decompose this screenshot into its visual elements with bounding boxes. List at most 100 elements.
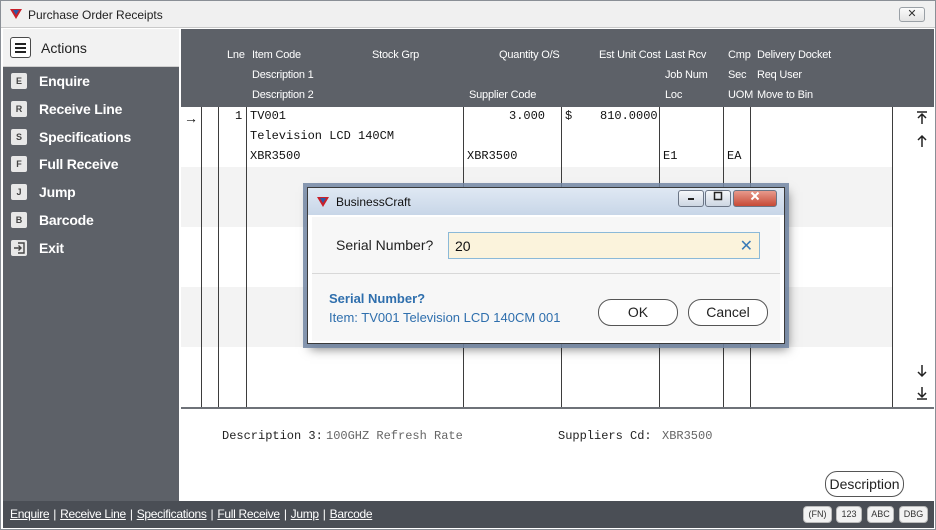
footer-separator: | xyxy=(53,507,57,521)
footer-link-jump[interactable]: Jump xyxy=(291,507,319,521)
detail-panel: Description 3: 100GHZ Refresh Rate Suppl… xyxy=(181,409,934,501)
maximize-icon xyxy=(713,191,723,201)
dialog-body: Serial Number? ✕ Serial Number? Item: TV… xyxy=(312,217,780,341)
exit-icon xyxy=(11,240,27,256)
debug-toggle[interactable]: DBG xyxy=(899,506,928,523)
actions-header[interactable]: Actions xyxy=(3,29,179,67)
scroll-down-icon[interactable] xyxy=(914,364,930,380)
maximize-button[interactable] xyxy=(705,190,731,207)
window-close-button[interactable]: ✕ xyxy=(899,7,925,22)
description-3-label: Description 3: xyxy=(222,429,323,443)
dialog-close-button[interactable] xyxy=(733,190,777,207)
sidebar-item-exit[interactable]: Exit xyxy=(3,236,179,260)
sidebar-item-enquire[interactable]: E Enquire xyxy=(3,69,179,93)
serial-number-dialog: BusinessCraft Serial Number? ✕ Serial Nu… xyxy=(307,187,785,344)
shortcut-key-badge: J xyxy=(11,184,27,200)
alpha-mode-toggle[interactable]: ABC xyxy=(867,506,894,523)
column-divider xyxy=(218,107,219,407)
col-header-job-num[interactable]: Job Num xyxy=(665,69,708,81)
footer-link-full-receive[interactable]: Full Receive xyxy=(217,507,280,521)
sidebar-item-label: Receive Line xyxy=(39,101,123,117)
sidebar-item-label: Full Receive xyxy=(39,156,119,172)
dialog-divider xyxy=(312,273,780,274)
serial-number-input[interactable] xyxy=(455,237,725,255)
sidebar-item-label: Enquire xyxy=(39,73,90,89)
close-icon xyxy=(750,191,760,201)
cell-est-unit-cost: 810.0000 xyxy=(600,109,658,123)
col-header-sec[interactable]: Sec xyxy=(728,69,747,81)
shortcut-key-badge: S xyxy=(11,129,27,145)
fn-key-toggle[interactable]: (FN) xyxy=(803,506,832,523)
sidebar-item-full-receive[interactable]: F Full Receive xyxy=(3,152,179,176)
col-header-delivery-docket[interactable]: Delivery Docket xyxy=(757,49,831,61)
suppliers-cd-label: Suppliers Cd: xyxy=(558,429,652,443)
hamburger-menu-icon[interactable] xyxy=(10,37,31,58)
col-header-est-unit-cost[interactable]: Est Unit Cost xyxy=(599,49,661,61)
cancel-button[interactable]: Cancel xyxy=(688,299,768,326)
dialog-title-bar: BusinessCraft xyxy=(308,188,784,215)
col-header-description-2[interactable]: Description 2 xyxy=(252,89,314,101)
minimize-icon xyxy=(688,198,694,200)
col-header-cmp[interactable]: Cmp xyxy=(728,49,751,61)
cell-supplier-code: XBR3500 xyxy=(467,149,518,163)
footer-link-barcode[interactable]: Barcode xyxy=(330,507,373,521)
cell-description-1: Television LCD 140CM xyxy=(250,129,395,143)
footer-link-specifications[interactable]: Specifications xyxy=(137,507,207,521)
grid-scroll-controls xyxy=(911,107,933,407)
grid-header: Lne Item Code Stock Grp Quantity O/S Est… xyxy=(181,29,934,107)
sidebar-item-label: Exit xyxy=(39,240,64,256)
shortcut-key-badge: F xyxy=(11,156,27,172)
sidebar-item-receive-line[interactable]: R Receive Line xyxy=(3,97,179,121)
title-bar: Purchase Order Receipts ✕ xyxy=(1,1,935,28)
serial-number-label: Serial Number? xyxy=(336,237,434,253)
col-header-req-user[interactable]: Req User xyxy=(757,69,802,81)
col-header-supplier-code[interactable]: Supplier Code xyxy=(469,89,536,101)
scroll-up-icon[interactable] xyxy=(914,134,930,150)
footer-link-enquire[interactable]: Enquire xyxy=(10,507,50,521)
dialog-info-title: Serial Number? xyxy=(329,291,426,306)
actions-header-label: Actions xyxy=(41,40,87,56)
minimize-button[interactable] xyxy=(678,190,704,207)
col-header-description-1[interactable]: Description 1 xyxy=(252,69,314,81)
main-window: Purchase Order Receipts ✕ Actions E Enqu… xyxy=(0,0,936,530)
sidebar-item-specifications[interactable]: S Specifications xyxy=(3,125,179,149)
column-divider xyxy=(246,107,247,407)
numeric-mode-toggle[interactable]: 123 xyxy=(836,506,862,523)
cell-currency: $ xyxy=(565,109,573,123)
column-divider xyxy=(201,107,202,407)
description-3-value: 100GHZ Refresh Rate xyxy=(326,429,463,443)
col-header-lne[interactable]: Lne xyxy=(227,49,245,61)
col-header-item-code[interactable]: Item Code xyxy=(252,49,301,61)
app-logo-icon xyxy=(10,9,22,19)
clear-input-icon[interactable]: ✕ xyxy=(740,236,753,256)
footer-link-receive-line[interactable]: Receive Line xyxy=(60,507,126,521)
col-header-move-to-bin[interactable]: Move to Bin xyxy=(757,89,813,101)
shortcut-key-badge: E xyxy=(11,73,27,89)
description-button[interactable]: Description xyxy=(825,471,904,497)
sidebar-item-label: Specifications xyxy=(39,129,132,145)
cell-description-2: XBR3500 xyxy=(250,149,301,163)
serial-number-field[interactable]: ✕ xyxy=(448,232,760,259)
ok-button[interactable]: OK xyxy=(598,299,678,326)
col-header-loc[interactable]: Loc xyxy=(665,89,682,101)
row-indicator-column: → xyxy=(181,107,201,407)
sidebar-item-barcode[interactable]: B Barcode xyxy=(3,208,179,232)
window-title: Purchase Order Receipts xyxy=(28,8,163,22)
footer-separator: | xyxy=(322,507,326,521)
cell-item-code: TV001 xyxy=(250,109,287,123)
footer-bar: Enquire | Receive Line | Specifications | Full… xyxy=(3,501,934,528)
shortcut-key-badge: B xyxy=(11,212,27,228)
scroll-to-bottom-icon[interactable] xyxy=(914,386,930,402)
col-header-last-rcv[interactable]: Last Rcv xyxy=(665,49,706,61)
footer-links: Enquire | Receive Line | Specifications | Full… xyxy=(10,507,373,521)
col-header-quantity-os[interactable]: Quantity O/S xyxy=(499,49,560,61)
scroll-to-top-icon[interactable] xyxy=(914,111,930,127)
col-header-stock-grp[interactable]: Stock Grp xyxy=(372,49,419,61)
dialog-info-item: Item: TV001 Television LCD 140CM 001 xyxy=(329,310,561,325)
sidebar-item-jump[interactable]: J Jump xyxy=(3,180,179,204)
current-row-arrow-icon: → xyxy=(184,110,198,126)
footer-separator: | xyxy=(129,507,133,521)
cell-loc: E1 xyxy=(663,149,678,163)
app-logo-icon xyxy=(317,197,329,207)
col-header-uom[interactable]: UOM xyxy=(728,89,753,101)
